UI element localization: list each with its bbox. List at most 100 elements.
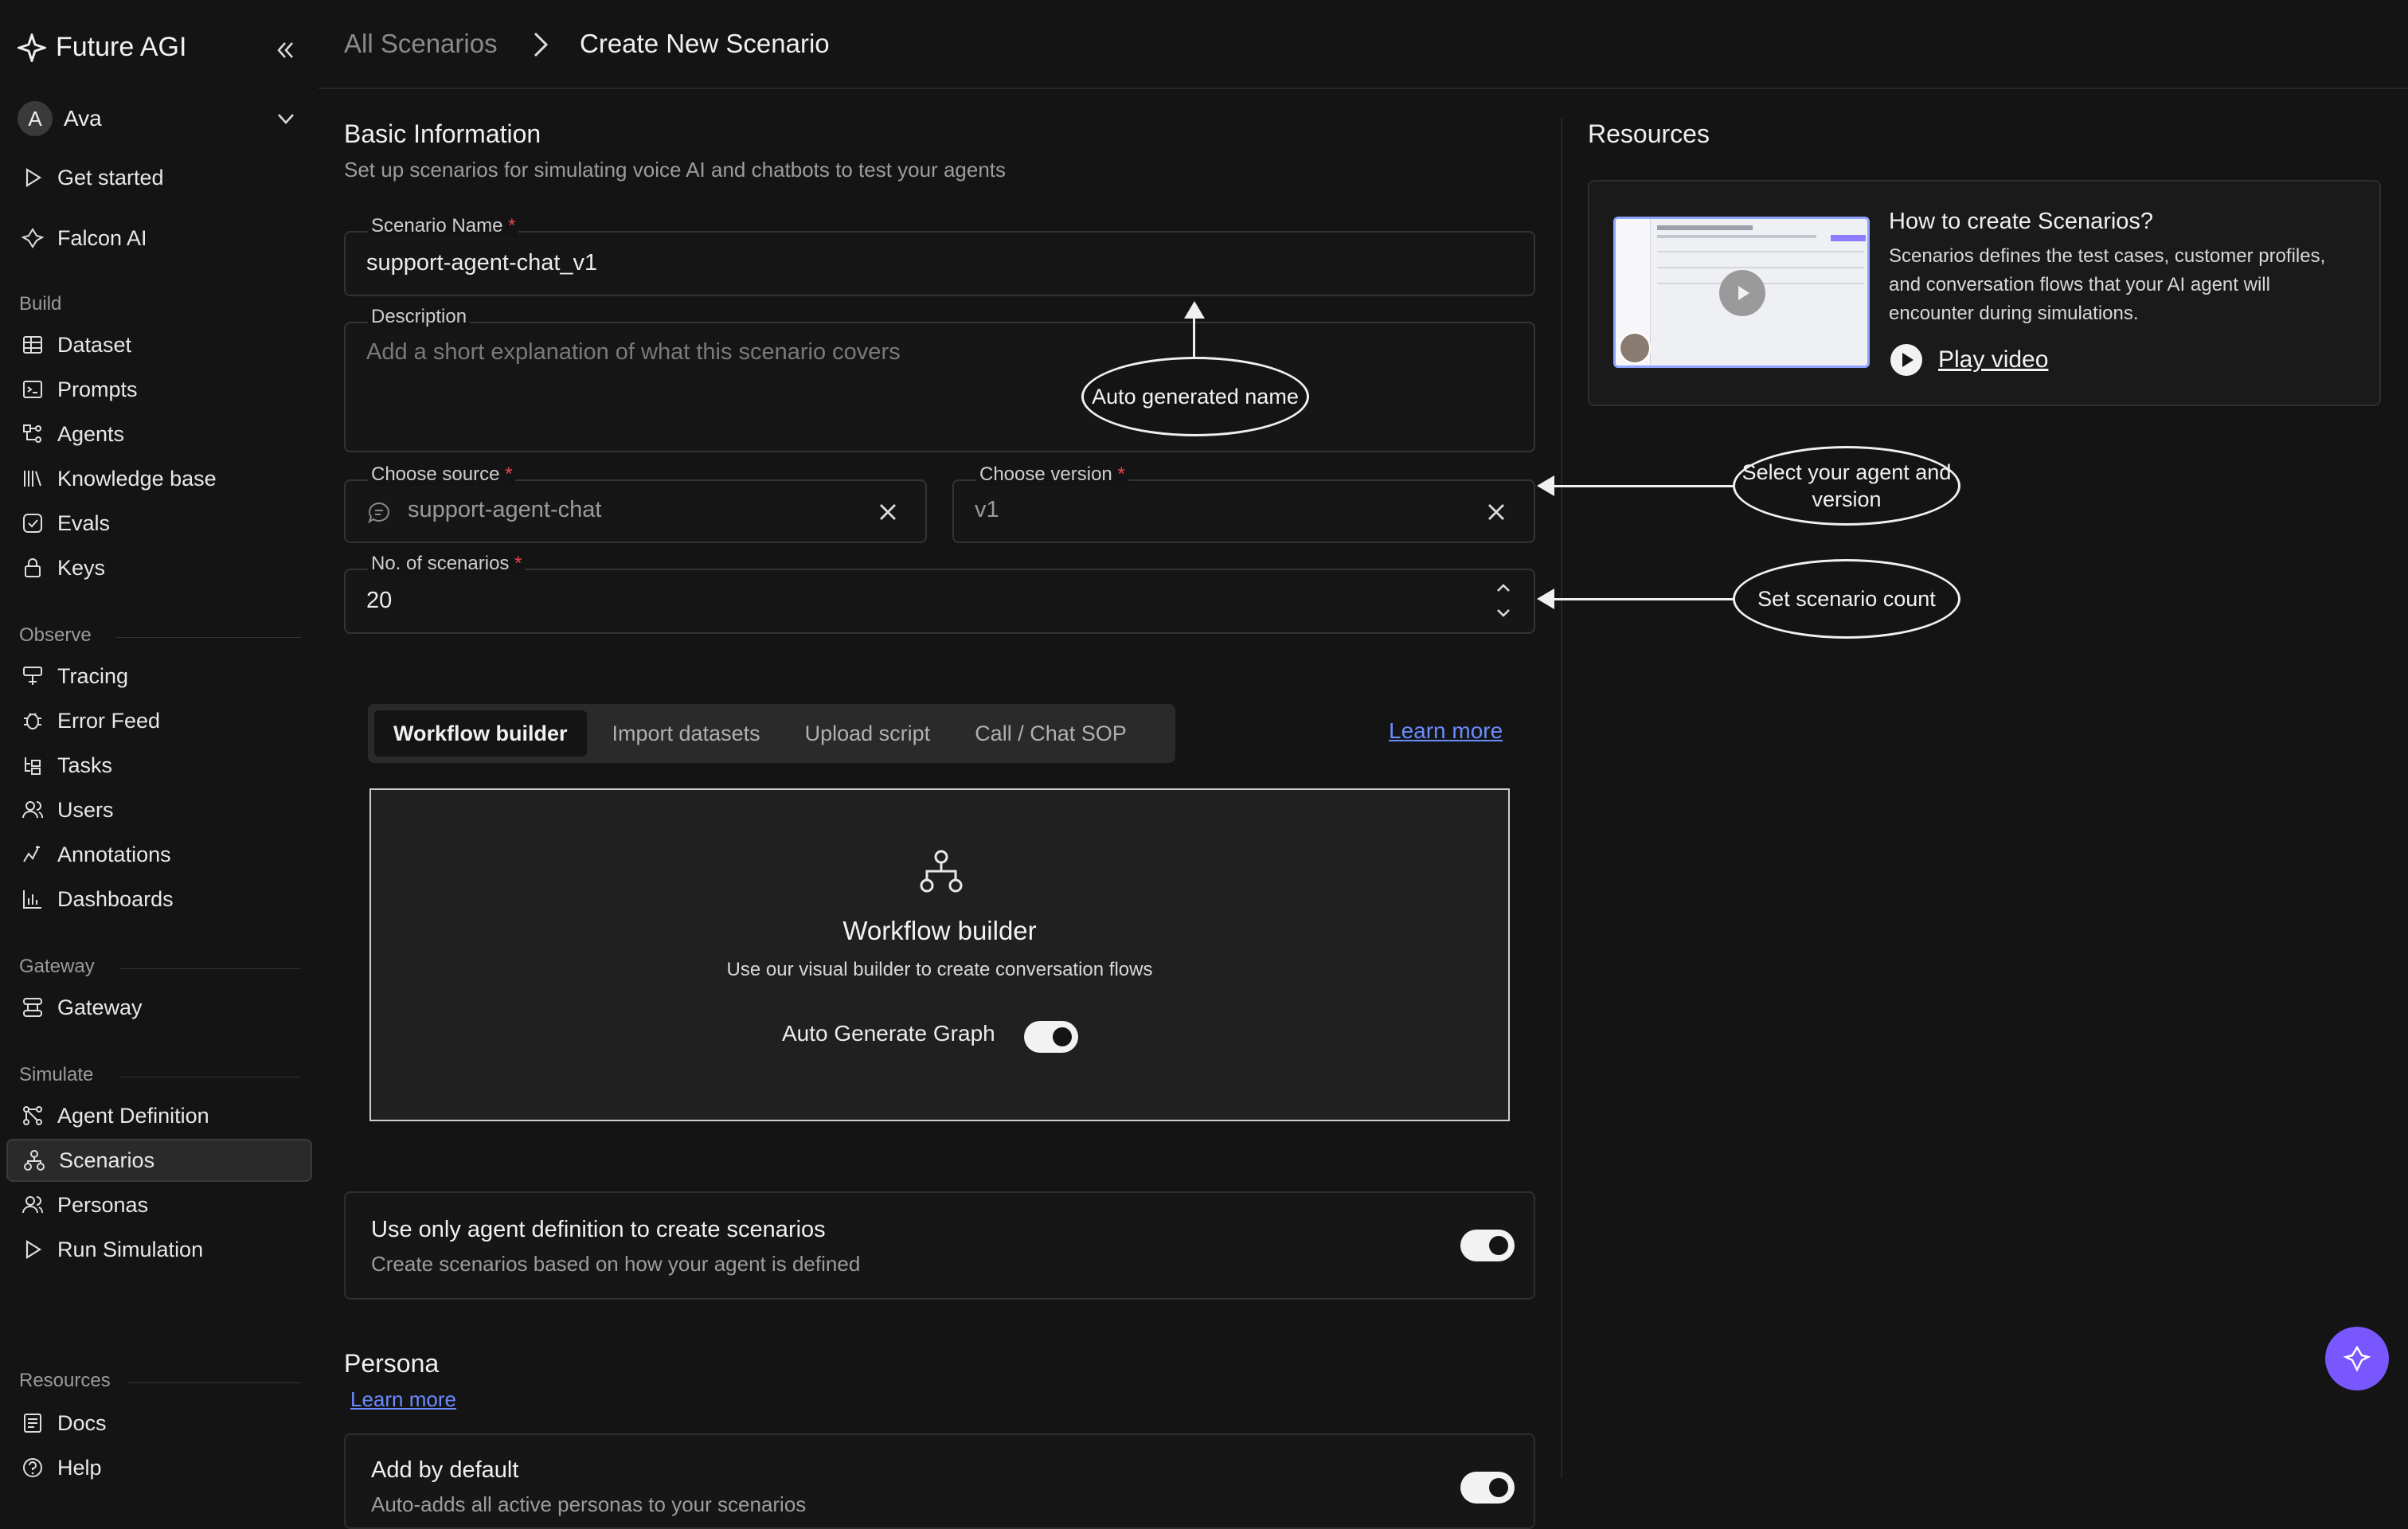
auto-generate-toggle[interactable] (1024, 1021, 1078, 1053)
nav-label: Keys (57, 555, 106, 580)
nav-annotations[interactable]: Annotations (6, 833, 312, 876)
play-icon (1738, 286, 1749, 300)
falcon-assistant-button[interactable] (2325, 1327, 2389, 1390)
nav-gateway[interactable]: Gateway (6, 986, 312, 1029)
resource-card-title: How to create Scenarios? (1889, 209, 2154, 234)
thumb-row (1657, 267, 1864, 268)
nav-error-feed[interactable]: Error Feed (6, 699, 312, 742)
nav-scenarios[interactable]: Scenarios (6, 1139, 312, 1182)
add-default-toggle[interactable] (1460, 1472, 1515, 1504)
library-icon (24, 471, 41, 487)
nav-label: Gateway (57, 995, 143, 1019)
agent-def-title: Use only agent definition to create scen… (371, 1217, 826, 1242)
thumb-play-button (1719, 270, 1765, 316)
agent-def-toggle[interactable] (1460, 1230, 1515, 1261)
nav-help[interactable]: Help (6, 1446, 312, 1489)
section-simulate: Simulate (19, 1064, 94, 1085)
tasks-icon (25, 757, 41, 775)
resource-card-desc: Scenarios defines the test cases, custom… (1889, 245, 2326, 324)
video-thumbnail[interactable] (1613, 217, 1870, 368)
stepper-up-icon[interactable] (1494, 580, 1513, 596)
play-video-label: Play video (1938, 346, 2049, 373)
gateway-icon (23, 998, 42, 1017)
breadcrumb-all-scenarios[interactable]: All Scenarios (344, 29, 498, 59)
nav-agent-definition[interactable]: Agent Definition (6, 1094, 312, 1137)
nav-agents[interactable]: Agents (6, 413, 312, 456)
nav-personas[interactable]: Personas (6, 1183, 312, 1226)
source-value: support-agent-chat (408, 497, 602, 522)
nav-evals[interactable]: Evals (6, 502, 312, 545)
section-divider (119, 968, 301, 969)
nav-run-simulation[interactable]: Run Simulation (6, 1228, 312, 1271)
nav-label: Agents (57, 421, 125, 446)
app-logo[interactable]: Future AGI (18, 32, 186, 63)
section-divider (116, 637, 301, 638)
avatar: A (18, 101, 53, 136)
tab-workflow-builder[interactable]: Workflow builder (374, 710, 587, 757)
nav-tasks[interactable]: Tasks (6, 744, 312, 787)
builder-title: Workflow builder (842, 916, 1037, 945)
agents-icon (23, 424, 41, 443)
nav-label: Scenarios (59, 1148, 155, 1172)
play-video-link[interactable]: Play video (1889, 342, 2048, 377)
learn-more-link[interactable]: Learn more (1389, 718, 1503, 744)
nav-users[interactable]: Users (6, 788, 312, 831)
callout-arrowhead-left-icon (1537, 475, 1554, 496)
nav-dashboards[interactable]: Dashboards (6, 878, 312, 921)
nav-keys[interactable]: Keys (6, 546, 312, 589)
falcon-icon (2343, 1345, 2371, 1372)
nav-get-started[interactable]: Get started (6, 156, 312, 199)
terminal-icon (23, 381, 42, 398)
nav-knowledge-base[interactable]: Knowledge base (6, 457, 312, 500)
nav-label: Agent Definition (57, 1103, 209, 1128)
lock-icon (25, 558, 41, 577)
section-divider (127, 1382, 301, 1383)
play-circle-icon (1890, 344, 1922, 376)
nav-label: Tracing (57, 663, 129, 688)
agent-def-desc: Create scenarios based on how your agent… (371, 1252, 861, 1276)
callout-auto-name: Auto generated name (1081, 357, 1309, 436)
nav-falcon-ai[interactable]: Falcon AI (6, 217, 312, 260)
scenario-name-input[interactable]: support-agent-chat_v1 (366, 250, 597, 276)
bug-icon (24, 713, 41, 729)
callout-arrow-line (1553, 598, 1733, 600)
add-default-title: Add by default (371, 1457, 519, 1483)
scenario-name-field[interactable]: Scenario Name * support-agent-chat_v1 (344, 215, 1535, 296)
nav-label: Docs (57, 1410, 107, 1435)
nav-prompts[interactable]: Prompts (6, 368, 312, 411)
section-observe: Observe (19, 624, 92, 646)
nav-label: Get started (57, 165, 164, 190)
users-icon (22, 801, 43, 819)
tab-call-chat-sop[interactable]: Call / Chat SOP (956, 710, 1146, 757)
choose-source-field[interactable]: Choose source * support-agent-chat (344, 463, 927, 543)
tracing-icon (23, 667, 42, 685)
field-label: Choose source * (368, 463, 516, 486)
clear-version-icon[interactable] (1484, 500, 1508, 524)
nav-label: Users (57, 797, 114, 822)
nav-dataset[interactable]: Dataset (6, 323, 312, 366)
breadcrumb-current: Create New Scenario (580, 29, 830, 58)
description-input[interactable]: Add a short explanation of what this sce… (366, 339, 901, 366)
field-label: Description (368, 306, 471, 328)
scenario-count-input[interactable]: 20 (366, 588, 392, 614)
nav-docs[interactable]: Docs (6, 1402, 312, 1445)
builder-desc: Use our visual builder to create convers… (726, 959, 1153, 980)
thumb-button (1831, 235, 1866, 241)
nav-label: Prompts (57, 377, 138, 401)
scenario-count-field[interactable]: No. of scenarios * 20 (344, 553, 1535, 634)
persona-learn-more-link[interactable]: Learn more (350, 1387, 456, 1412)
thumb-line (1657, 235, 1816, 238)
falcon-icon (21, 228, 45, 248)
collapse-sidebar-icon[interactable] (272, 38, 296, 62)
tab-upload-script[interactable]: Upload script (786, 710, 950, 757)
nav-label: Falcon AI (57, 225, 147, 250)
play-outline-icon (25, 168, 42, 187)
clear-source-icon[interactable] (876, 500, 900, 524)
description-field[interactable]: Description Add a short explanation of w… (344, 306, 1535, 452)
user-switcher[interactable]: A Ava (18, 99, 298, 139)
tab-import-datasets[interactable]: Import datasets (593, 710, 780, 757)
stepper-down-icon[interactable] (1494, 605, 1513, 621)
choose-version-field[interactable]: Choose version * v1 (952, 463, 1535, 543)
nav-tracing[interactable]: Tracing (6, 655, 312, 698)
callout-arrowhead-left-icon (1537, 589, 1554, 609)
